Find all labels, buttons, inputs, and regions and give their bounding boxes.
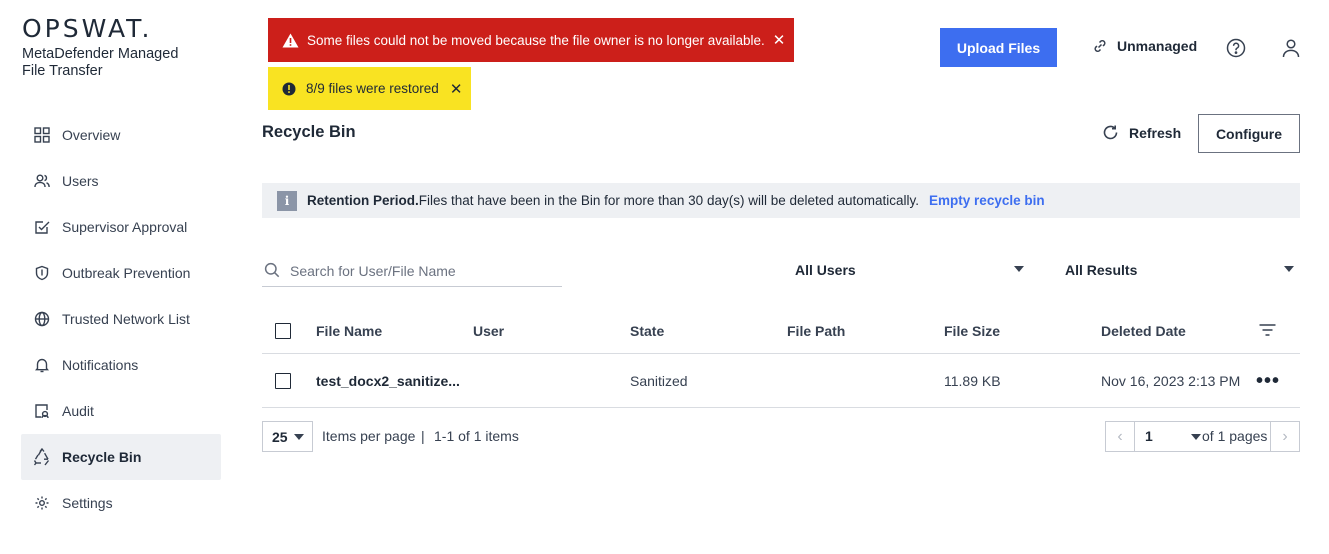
approval-icon <box>33 218 51 236</box>
bell-icon <box>33 356 51 374</box>
retention-period-text: Files that have been in the Bin for more… <box>418 193 920 208</box>
column-state[interactable]: State <box>630 323 664 339</box>
column-file-size[interactable]: File Size <box>944 323 1000 339</box>
results-filter-select[interactable]: All Results <box>1065 257 1294 283</box>
chevron-down-icon <box>1284 266 1294 272</box>
page-title: Recycle Bin <box>262 123 356 141</box>
users-filter-select[interactable]: All Users <box>795 257 1024 283</box>
user-profile-icon[interactable] <box>1281 38 1301 58</box>
sidebar-item-label: Notifications <box>62 357 139 373</box>
search-input[interactable] <box>290 262 540 279</box>
empty-recycle-bin-link[interactable]: Empty recycle bin <box>929 193 1045 208</box>
restore-alert: 8/9 files were restored ✕ <box>268 67 471 110</box>
recycle-icon <box>33 448 51 466</box>
select-all-checkbox[interactable] <box>275 322 291 339</box>
refresh-icon <box>1102 124 1119 141</box>
next-page-button[interactable]: › <box>1270 422 1299 451</box>
sidebar-item-overview[interactable]: Overview <box>21 112 221 158</box>
sidebar-item-label: Audit <box>62 403 94 419</box>
error-alert-text: Some files could not be moved because th… <box>307 32 765 48</box>
sidebar-item-label: Trusted Network List <box>62 311 190 327</box>
column-deleted-date[interactable]: Deleted Date <box>1101 323 1186 339</box>
users-filter-value: All Users <box>795 262 856 278</box>
sidebar-nav: Overview Users Supervisor Approval Outbr… <box>21 112 221 526</box>
brand: OPSWAT. MetaDefender Managed File Transf… <box>22 16 178 80</box>
file-size-cell: 11.89 KB <box>944 372 1001 389</box>
pagination-separator: | <box>421 428 425 444</box>
items-per-page-select[interactable]: 25 <box>262 421 313 452</box>
column-settings-icon[interactable] <box>1259 323 1276 339</box>
sidebar-item-outbreak-prevention[interactable]: Outbreak Prevention <box>21 250 221 296</box>
shield-icon <box>33 264 51 282</box>
deleted-date-cell: Nov 16, 2023 2:13 PM <box>1101 372 1241 389</box>
product-name-line1: MetaDefender Managed <box>22 46 179 62</box>
sidebar-item-notifications[interactable]: Notifications <box>21 342 221 388</box>
pagination: 25 Items per page | 1-1 of 1 items ‹ 1 o… <box>262 421 1300 453</box>
table-row[interactable]: test_docx2_sanitize... Sanitized 11.89 K… <box>262 354 1300 408</box>
column-user[interactable]: User <box>473 323 504 339</box>
items-range: 1-1 of 1 items <box>434 428 519 444</box>
sidebar-item-label: Users <box>62 173 99 189</box>
warning-triangle-icon <box>281 31 299 49</box>
chevron-down-icon <box>1014 266 1024 272</box>
error-alert: Some files could not be moved because th… <box>268 18 794 62</box>
sidebar-item-label: Recycle Bin <box>62 449 142 465</box>
page-value: 1 <box>1145 428 1153 444</box>
sidebar-item-supervisor-approval[interactable]: Supervisor Approval <box>21 204 221 250</box>
info-icon: i <box>277 190 297 211</box>
opswat-logo: OPSWAT. <box>22 14 153 43</box>
refresh-button[interactable]: Refresh <box>1102 124 1181 141</box>
globe-icon <box>33 310 51 328</box>
search-icon <box>264 262 281 279</box>
page-navigator: ‹ 1 of 1 pages › <box>1105 421 1300 452</box>
more-options-icon[interactable]: ••• <box>1256 371 1280 391</box>
upload-files-button[interactable]: Upload Files <box>940 28 1057 67</box>
results-filter-value: All Results <box>1065 262 1138 278</box>
sidebar-item-recycle-bin[interactable]: Recycle Bin <box>21 434 221 480</box>
sidebar-item-users[interactable]: Users <box>21 158 221 204</box>
table-header: File Name User State File Path File Size… <box>262 308 1300 354</box>
total-pages: of 1 pages <box>1202 428 1268 444</box>
grid-icon <box>33 126 51 144</box>
previous-page-button[interactable]: ‹ <box>1106 422 1135 451</box>
sidebar-item-audit[interactable]: Audit <box>21 388 221 434</box>
users-icon <box>33 172 51 190</box>
product-name-line2: File Transfer <box>22 63 103 79</box>
retention-period-label: Retention Period. <box>307 193 419 208</box>
items-per-page-label: Items per page <box>322 428 416 444</box>
close-icon[interactable]: ✕ <box>773 31 786 49</box>
sidebar-item-label: Settings <box>62 495 113 511</box>
chevron-down-icon <box>1191 434 1201 440</box>
sidebar-item-label: Outbreak Prevention <box>62 265 191 281</box>
column-file-name[interactable]: File Name <box>316 323 382 339</box>
chevron-down-icon <box>294 434 304 440</box>
recycle-bin-table: File Name User State File Path File Size… <box>262 308 1300 408</box>
sidebar-item-label: Supervisor Approval <box>62 219 188 235</box>
exclamation-circle-icon <box>280 80 298 98</box>
retention-info-bar: i Retention Period. Files that have been… <box>262 183 1300 218</box>
close-icon[interactable]: ✕ <box>450 80 463 98</box>
state-cell: Sanitized <box>630 372 688 389</box>
refresh-label: Refresh <box>1129 124 1182 141</box>
help-icon[interactable] <box>1226 38 1246 58</box>
audit-icon <box>33 402 51 420</box>
column-file-path[interactable]: File Path <box>787 323 845 339</box>
unmanaged-label: Unmanaged <box>1117 38 1198 54</box>
link-icon <box>1092 38 1108 54</box>
restore-alert-text: 8/9 files were restored <box>306 81 439 96</box>
row-checkbox[interactable] <box>275 372 291 389</box>
items-per-page-value: 25 <box>272 428 288 445</box>
search-box <box>262 255 562 287</box>
sidebar-item-label: Overview <box>62 127 121 143</box>
sidebar-item-trusted-network-list[interactable]: Trusted Network List <box>21 296 221 342</box>
gear-icon <box>33 494 51 512</box>
configure-button[interactable]: Configure <box>1198 114 1300 153</box>
file-name-cell: test_docx2_sanitize... <box>316 372 460 389</box>
sidebar-item-settings[interactable]: Settings <box>21 480 221 526</box>
page-select[interactable]: 1 <box>1145 428 1201 446</box>
unmanaged-link[interactable]: Unmanaged <box>1092 38 1197 54</box>
sidebar: OPSWAT. MetaDefender Managed File Transf… <box>0 0 240 554</box>
